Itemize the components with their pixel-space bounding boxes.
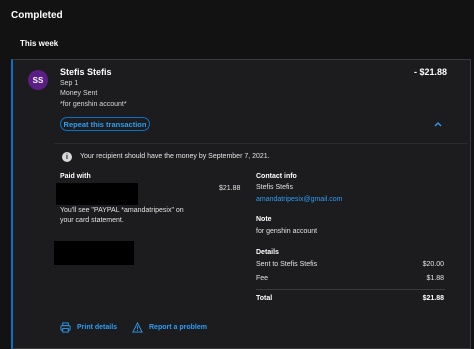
expected-arrival-text: Your recipient should have the money by … [80,153,270,160]
transaction-note: *for genshin account* [60,101,127,108]
note-value: for genshin account [256,228,318,235]
total-value: $21.88 [422,295,444,302]
week-label: This week [20,39,59,48]
recipient-name: Stefis Stefis [60,67,112,77]
sent-to-value: $20.00 [422,261,444,268]
fee-value: $1.88 [426,275,444,282]
transaction-amount: - $21.88 [414,67,448,77]
info-icon: i [62,152,72,162]
warning-icon[interactable] [132,322,143,333]
sent-to-label: Sent to Stefis Stefis [256,261,318,268]
details-label: Details [256,249,279,256]
total-separator [256,289,445,290]
paid-with-amount: $21.88 [219,185,241,192]
redacted-block [54,241,134,265]
avatar: SS [28,70,48,90]
contact-name: Stefis Stefis [256,184,293,191]
note-label: Note [256,216,272,223]
repeat-transaction-button[interactable]: Repeat this transaction [60,117,150,131]
section-title: Completed [11,10,63,21]
contact-email-link[interactable]: amandatripesix@gmail.com [256,196,342,203]
divider [54,143,468,144]
contact-info-label: Contact info [256,173,297,180]
fee-label: Fee [256,275,269,282]
printer-icon[interactable] [60,322,71,333]
redacted-payment-method [56,183,138,205]
statement-text: You'll see "PAYPAL *amandatripesix" on y… [60,207,184,224]
report-problem-link[interactable]: Report a problem [149,324,207,331]
transaction-type: Money Sent [60,90,98,97]
chevron-up-icon[interactable] [433,119,443,129]
transaction-date: Sep 1 [60,80,79,87]
total-label: Total [256,295,273,302]
paid-with-label: Paid with [60,173,91,180]
print-details-link[interactable]: Print details [77,324,117,331]
